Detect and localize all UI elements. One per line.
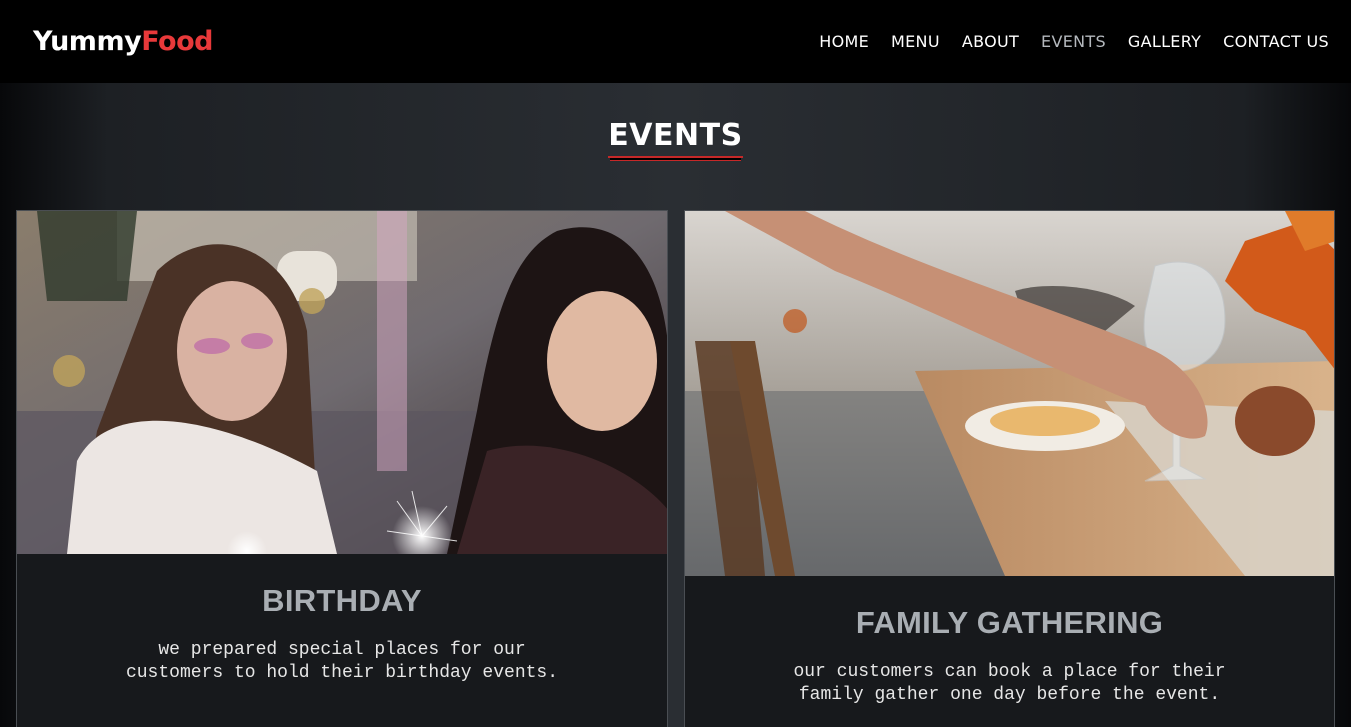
nav-home[interactable]: HOME (819, 32, 869, 51)
nav-about[interactable]: ABOUT (962, 32, 1019, 51)
nav-contact-us[interactable]: CONTACT US (1223, 32, 1329, 51)
event-card-birthday: BIRTHDAY we prepared special places for … (16, 210, 668, 727)
brand-logo[interactable]: YummyFood (33, 26, 213, 57)
section-title: EVENTS (608, 118, 743, 158)
brand-logo-part2: Food (141, 26, 213, 57)
nav-menu[interactable]: MENU (891, 32, 940, 51)
nav-gallery[interactable]: GALLERY (1128, 32, 1201, 51)
nav-events[interactable]: EVENTS (1041, 32, 1106, 51)
event-title-birthday: BIRTHDAY (262, 583, 422, 618)
event-title-family-gathering: FAMILY GATHERING (855, 605, 1164, 640)
event-text-birthday: we prepared special places for our custo… (125, 640, 559, 683)
event-text-family-gathering: our customers can book a place for their… (793, 662, 1226, 705)
events-section: EVENTS BIRTHDAY we prepared special plac… (0, 83, 1351, 727)
brand-logo-part1: Yummy (33, 26, 142, 57)
birthday-party-photo (17, 211, 667, 554)
family-table-setting-photo (685, 211, 1334, 576)
main-nav: HOME MENU ABOUT EVENTS GALLERY CONTACT U… (797, 32, 1329, 51)
event-card-family-gathering: FAMILY GATHERING our customers can book … (684, 210, 1335, 727)
site-header: YummyFood HOME MENU ABOUT EVENTS GALLERY… (0, 0, 1351, 83)
